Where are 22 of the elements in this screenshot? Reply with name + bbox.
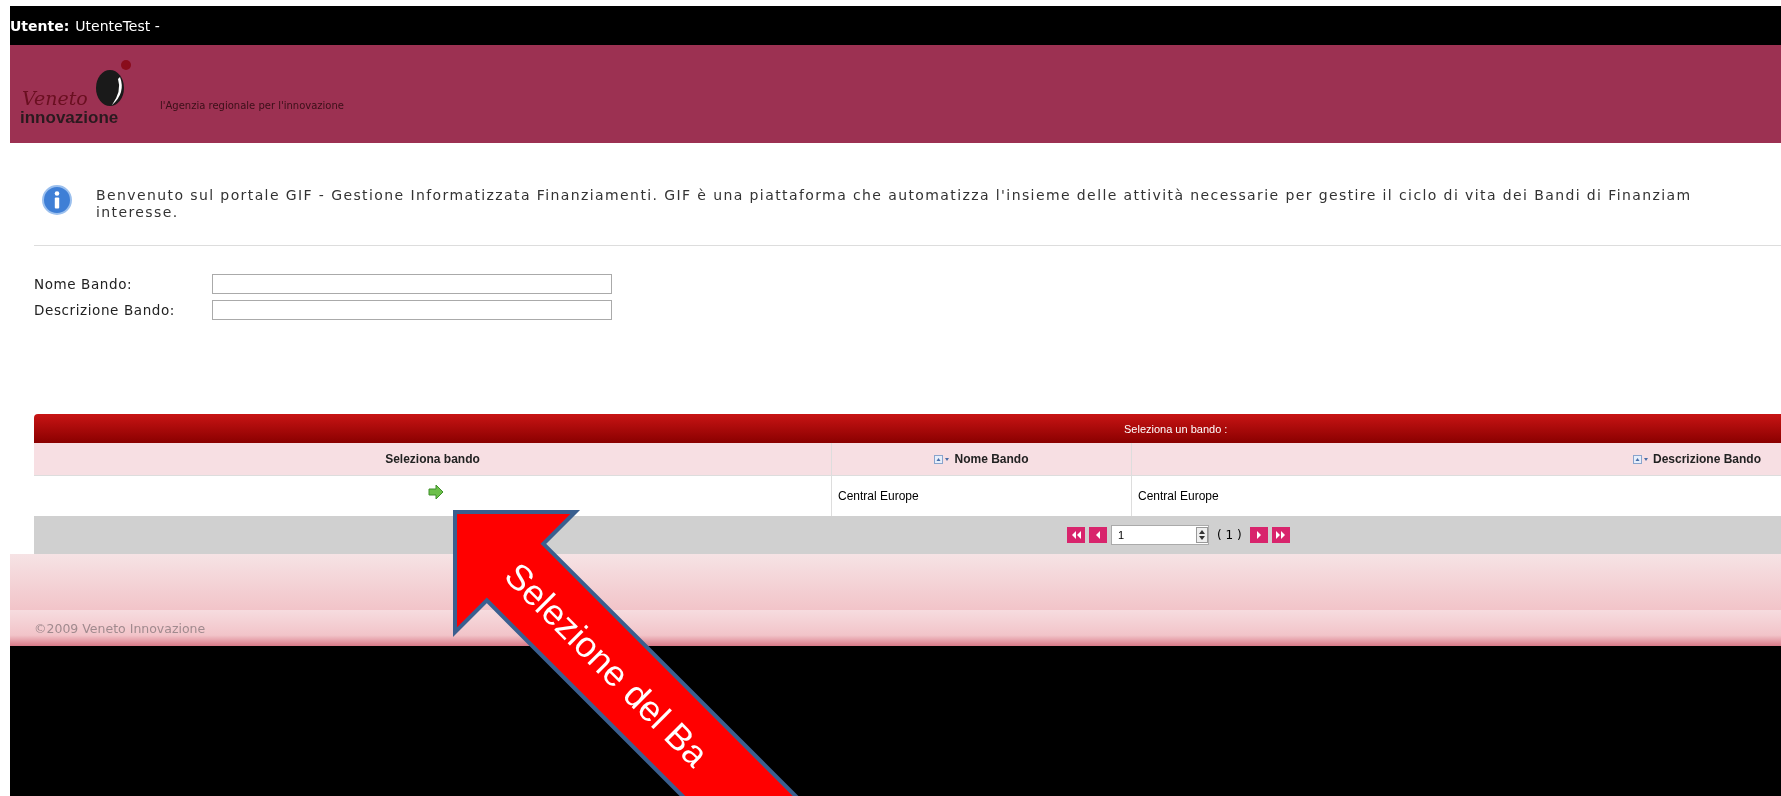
user-name: UtenteTest - — [75, 17, 160, 34]
user-label: Utente: — [10, 17, 70, 34]
sort-arrows-icon[interactable] — [1632, 454, 1651, 464]
info-text-line: interesse. — [96, 204, 180, 221]
input-field[interactable] — [212, 300, 612, 320]
page-number-field[interactable]: 1 — [1111, 525, 1209, 545]
arrow-right-icon[interactable] — [427, 484, 444, 500]
last-page-icon[interactable] — [1271, 527, 1290, 543]
table-title: Seleziona un bando : — [1124, 422, 1228, 435]
field-label: Nome Bando: — [34, 276, 134, 292]
first-page-icon[interactable] — [1067, 527, 1085, 543]
next-page-icon[interactable] — [1249, 527, 1268, 543]
copyright-text: ©2009 Veneto Innovazione — [34, 620, 206, 636]
info-icon — [42, 185, 72, 215]
input-field[interactable] — [212, 274, 612, 294]
page-count: ( 1 ) — [1217, 528, 1242, 542]
previous-page-icon[interactable] — [1089, 527, 1107, 543]
tagline: l'Agenzia regionale per l'innovazione — [160, 99, 344, 111]
logo-word-text: innovazione — [20, 108, 119, 128]
info-text-line: Benvenuto sul portale GIF - Gestione Informatizzata Finanziamenti. GIF è una piattaforma che automatizza l'insieme delle attività necessarie per gestire il ciclo di vita dei Bandi di Finanziam — [96, 187, 1692, 204]
spinner-icon[interactable] — [1196, 527, 1208, 543]
field-label: Descrizione Bando: — [34, 302, 176, 318]
